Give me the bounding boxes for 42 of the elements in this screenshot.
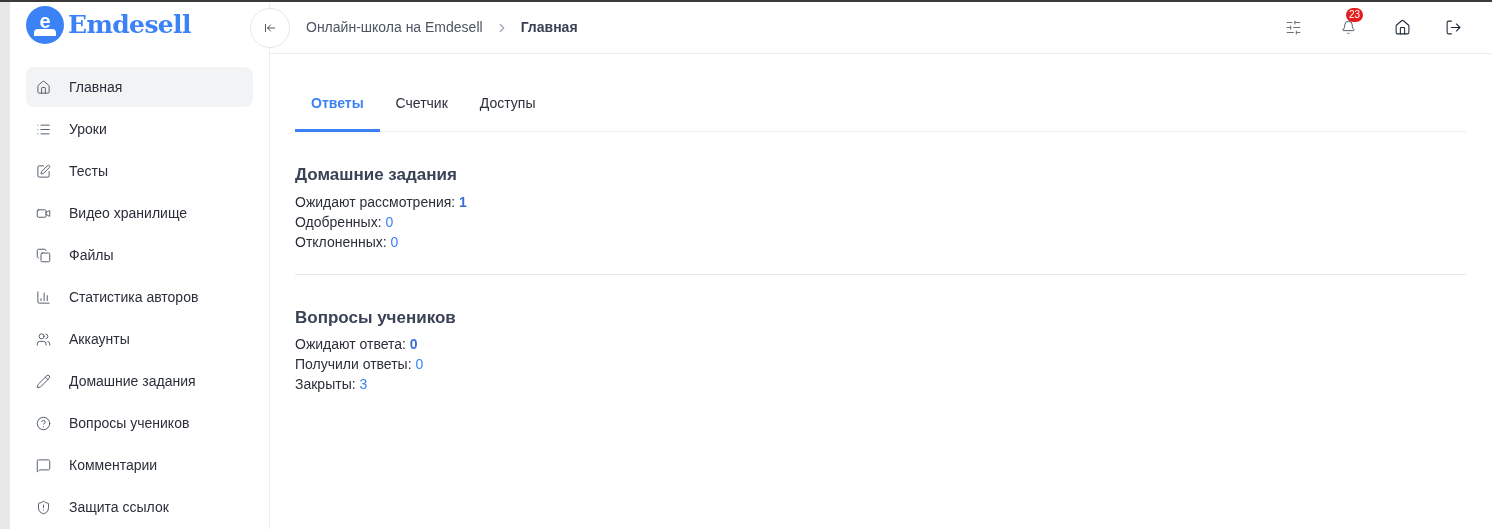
- home-icon: [36, 79, 51, 95]
- home-icon[interactable]: [1394, 19, 1411, 36]
- edit-icon: [36, 163, 51, 179]
- tab[interactable]: Счетчик: [379, 78, 464, 132]
- settings-icon[interactable]: [1285, 19, 1302, 36]
- notification-badge: 23: [1346, 7, 1364, 22]
- collapse-arrow-icon: [264, 21, 276, 34]
- list-icon: [36, 121, 51, 137]
- section-title: Домашние задания: [295, 164, 458, 186]
- breadcrumb: Главная: [520, 18, 578, 37]
- sidebar-item[interactable]: Видео хранилище: [26, 193, 253, 233]
- sidebar-item[interactable]: Статистика авторов: [26, 277, 253, 317]
- stat-line: Получили ответы: 0: [295, 355, 425, 374]
- sidebar-item[interactable]: Уроки: [26, 109, 253, 149]
- stat-line: Ожидают ответа: 0: [295, 335, 419, 354]
- speech-bubble-icon: [36, 457, 51, 473]
- shield-icon: [36, 499, 51, 515]
- stat-line: Закрыты: 3: [295, 375, 369, 394]
- bell-icon[interactable]: [1340, 20, 1356, 35]
- users-icon: [36, 331, 51, 347]
- pencil-icon: [36, 373, 51, 389]
- sidebar-item[interactable]: Файлы: [26, 235, 253, 275]
- sidebar-item[interactable]: Аккаунты: [26, 319, 253, 359]
- sidebar-item[interactable]: Комментарии: [26, 445, 253, 485]
- section-title: Вопросы учеников: [295, 306, 457, 329]
- logo-icon: e: [26, 5, 64, 44]
- breadcrumb[interactable]: Онлайн-школа на Emdesell: [306, 17, 483, 38]
- logo-text: Emdesell: [68, 8, 191, 41]
- sidebar-item[interactable]: Вопросы учеников: [26, 403, 253, 443]
- sidebar-item[interactable]: Защита ссылок: [26, 487, 253, 527]
- sidebar-item[interactable]: Тесты: [26, 151, 253, 191]
- logout-icon[interactable]: [1445, 19, 1462, 36]
- stat-line: Одобренных: 0: [295, 212, 395, 232]
- sidebar-item[interactable]: Домашние задания: [26, 361, 253, 401]
- bar-chart-icon: [36, 289, 51, 305]
- tab[interactable]: Ответы: [295, 78, 380, 132]
- tab[interactable]: Доступы: [463, 78, 552, 132]
- stat-line: Ожидают рассмотрения: 1: [295, 192, 468, 212]
- pages-icon: [36, 247, 51, 263]
- stat-line: Отклоненных: 0: [295, 232, 400, 252]
- sidebar-item[interactable]: Главная: [26, 67, 253, 107]
- question-icon: [36, 415, 51, 431]
